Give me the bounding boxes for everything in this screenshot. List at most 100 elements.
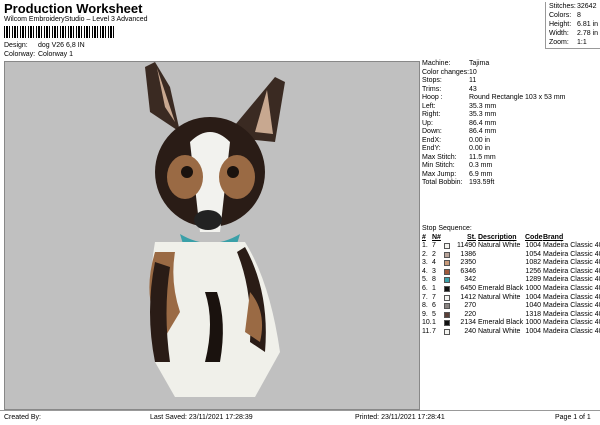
info-label: Trims: bbox=[422, 85, 442, 93]
row-stitches: 220 bbox=[464, 310, 476, 318]
row-stitches: 2350 bbox=[460, 259, 476, 267]
info-row: EndY: 0.00 in bbox=[422, 145, 600, 154]
info-value: 86.4 mm bbox=[469, 128, 497, 135]
row-num: 1. bbox=[422, 242, 428, 249]
row-num: 10. bbox=[422, 319, 432, 327]
sequence-row: 1. 7 11490 Natural White 1004 Madeira Classic… bbox=[422, 242, 600, 251]
info-row: Left: 35.3 mm bbox=[422, 103, 600, 112]
page-title: Production Worksheet bbox=[4, 1, 143, 16]
info-row: Min Stitch: 0.3 mm bbox=[422, 162, 600, 171]
row-num: 3. bbox=[422, 259, 428, 267]
row-needle: 1 bbox=[432, 319, 436, 327]
info-row: Down: 86.4 mm bbox=[422, 128, 600, 137]
stat-label: Width: bbox=[549, 30, 569, 37]
row-code: 1004 bbox=[525, 293, 541, 301]
info-value: 43 bbox=[469, 85, 477, 93]
col-description: Description bbox=[478, 234, 517, 241]
info-value: 0.00 in bbox=[469, 136, 491, 144]
info-label: Down: bbox=[422, 128, 442, 135]
info-value: 86.4 mm bbox=[469, 119, 497, 127]
stat-label: Colors: bbox=[549, 12, 572, 19]
stat-value: 8 bbox=[577, 12, 581, 19]
stat-row: Width: 2.78 in bbox=[546, 29, 600, 38]
row-stitches: 342 bbox=[464, 276, 476, 284]
barcode bbox=[4, 26, 116, 38]
colorway-label: Colorway: bbox=[4, 51, 36, 58]
info-row: Max Jump: 6.9 mm bbox=[422, 171, 600, 180]
row-needle: 4 bbox=[432, 259, 436, 267]
stat-label: Stitches: bbox=[549, 3, 576, 10]
printed-date: Printed: 23/11/2021 17:28:41 bbox=[355, 414, 445, 421]
row-brand: Madeira Classic 40 bbox=[543, 284, 600, 292]
sequence-row: 3. 4 2350 1082 Madeira Classic 40 bbox=[422, 259, 600, 268]
last-saved: Last Saved: 23/11/2021 17:28:39 bbox=[150, 414, 253, 421]
row-num: 2. bbox=[422, 250, 428, 258]
info-label: Color changes: bbox=[422, 68, 470, 76]
color-swatch bbox=[444, 320, 450, 327]
design-preview bbox=[4, 61, 420, 410]
info-row: Hoop : Round Rectangle 103 x 53 mm bbox=[422, 94, 600, 103]
sequence-row: 2. 2 1386 1054 Madeira Classic 40 bbox=[422, 251, 600, 260]
info-row: Machine: Tajima bbox=[422, 60, 600, 69]
dog-embroidery-image bbox=[145, 62, 285, 397]
row-code: 1040 bbox=[525, 302, 541, 310]
col-brand: Brand bbox=[543, 234, 564, 241]
row-brand: Madeira Classic 40 bbox=[543, 319, 600, 327]
stat-value: 32642 bbox=[577, 3, 597, 10]
row-description: Emerald Black bbox=[478, 319, 524, 327]
color-swatch bbox=[444, 243, 450, 249]
info-row: Trims: 43 bbox=[422, 86, 600, 95]
info-row: Max Stitch: 11.5 mm bbox=[422, 154, 600, 163]
info-value: 193.59ft bbox=[469, 179, 495, 186]
row-code: 1256 bbox=[525, 267, 541, 275]
info-label: EndY: bbox=[422, 145, 441, 152]
color-swatch bbox=[444, 311, 450, 318]
info-label: Hoop : bbox=[422, 94, 443, 101]
row-code: 1082 bbox=[525, 259, 541, 267]
created-by: Created By: bbox=[4, 414, 41, 421]
row-stitches: 11490 bbox=[457, 242, 476, 249]
row-description: Natural White bbox=[478, 242, 521, 249]
info-value: 35.3 mm bbox=[469, 111, 497, 118]
info-value: 11 bbox=[469, 77, 477, 84]
color-swatch bbox=[444, 251, 450, 258]
row-num: 8. bbox=[422, 302, 428, 310]
info-value: 0.00 in bbox=[469, 145, 491, 152]
row-stitches: 2134 bbox=[460, 319, 476, 327]
row-num: 4. bbox=[422, 267, 428, 275]
row-description: Emerald Black bbox=[478, 284, 524, 292]
row-brand: Madeira Classic 40 bbox=[543, 267, 600, 275]
sequence-row: 9. 5 220 1318 Madeira Classic 40 bbox=[422, 311, 600, 320]
row-code: 1004 bbox=[525, 327, 541, 335]
col-code: Code bbox=[525, 234, 543, 241]
row-num: 11. bbox=[422, 327, 432, 335]
info-row: Color changes: 10 bbox=[422, 69, 600, 78]
info-label: Max Stitch: bbox=[422, 153, 457, 161]
row-num: 7. bbox=[422, 293, 428, 301]
colorway-row: Colorway: Colorway 1 bbox=[4, 51, 73, 58]
stat-value: 2.78 in bbox=[577, 30, 599, 37]
row-brand: Madeira Classic 40 bbox=[543, 242, 600, 249]
page-number: Page 1 of 1 bbox=[555, 414, 591, 421]
info-value: 0.3 mm bbox=[469, 162, 493, 169]
software-name: Wilcom EmbroideryStudio – Level 3 Advanc… bbox=[4, 16, 148, 23]
col-stitches: St. bbox=[467, 234, 476, 241]
machine-info: Machine: Tajima Color changes: 10 Stops: 11 Tr… bbox=[422, 60, 600, 188]
stop-sequence-title: Stop Sequence: bbox=[422, 225, 472, 232]
info-label: Max Jump: bbox=[422, 170, 457, 178]
row-code: 1318 bbox=[525, 310, 541, 318]
row-needle: 7 bbox=[432, 327, 436, 335]
stat-row: Zoom: 1:1 bbox=[546, 38, 600, 47]
sequence-row: 8. 6 270 1040 Madeira Classic 40 bbox=[422, 302, 600, 311]
row-stitches: 1412 bbox=[460, 293, 476, 301]
row-stitches: 1386 bbox=[460, 250, 476, 258]
col-num: # bbox=[422, 234, 426, 241]
info-value: 10 bbox=[469, 68, 477, 76]
row-stitches: 6346 bbox=[460, 267, 476, 275]
footer: Created By: Last Saved: 23/11/2021 17:28… bbox=[0, 410, 600, 425]
colorway-value: Colorway 1 bbox=[38, 51, 74, 58]
row-num: 9. bbox=[422, 310, 428, 318]
row-needle: 3 bbox=[432, 267, 436, 275]
info-label: Right: bbox=[422, 111, 441, 118]
row-stitches: 240 bbox=[464, 327, 476, 335]
